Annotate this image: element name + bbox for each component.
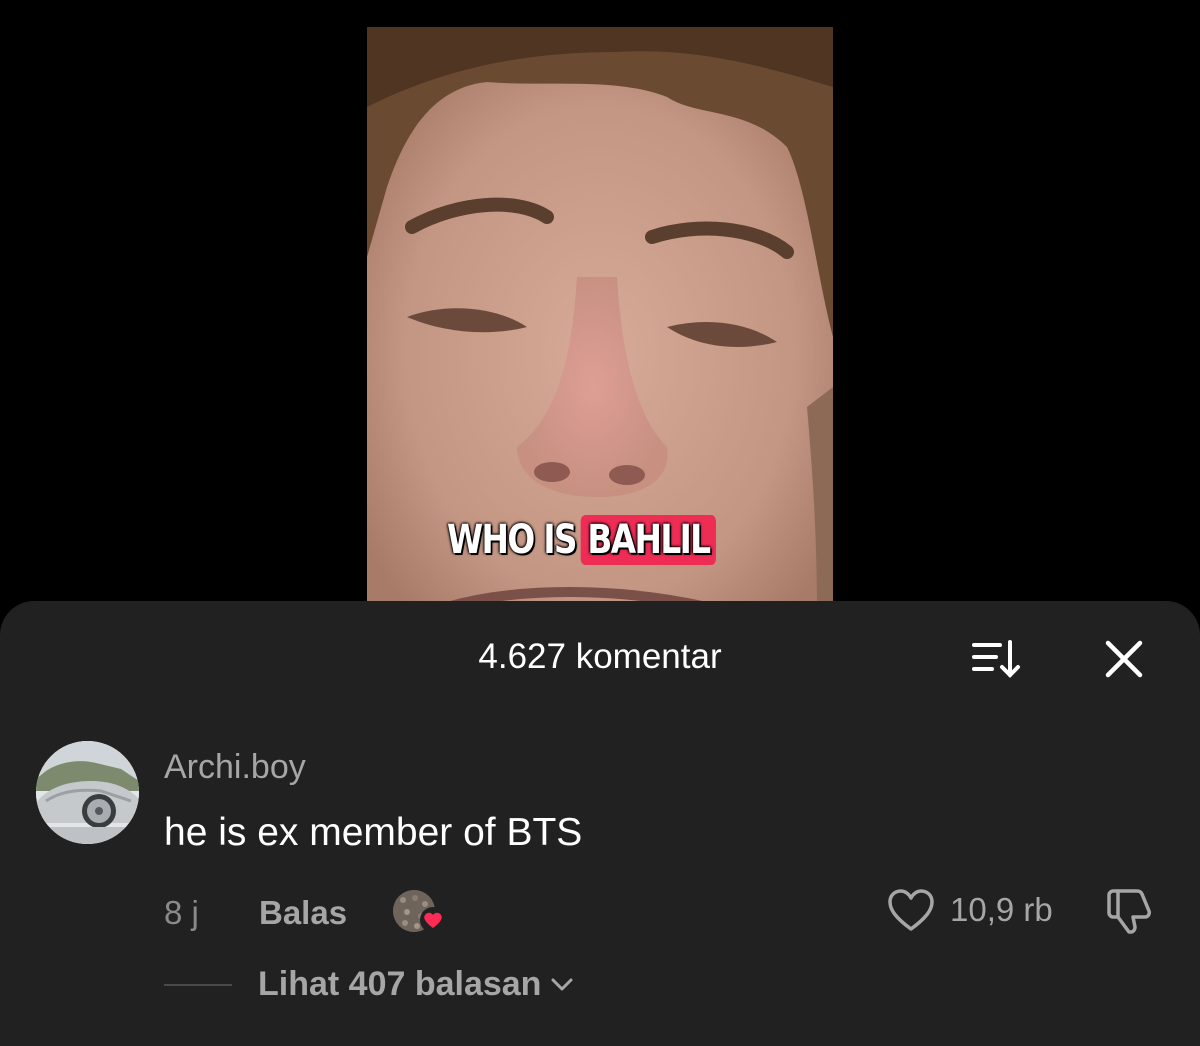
avatar[interactable] bbox=[36, 741, 139, 844]
heart-outline-icon bbox=[888, 889, 934, 931]
like-count: 10,9 rb bbox=[950, 891, 1053, 928]
replies-divider bbox=[164, 983, 232, 986]
car-avatar-image bbox=[36, 741, 139, 844]
comment-meta: 8 j Balas bbox=[164, 890, 453, 936]
comments-panel: 4.627 komentar Archi.boy he is ex member… bbox=[0, 601, 1200, 1046]
creator-liked-badge bbox=[393, 890, 453, 936]
like-button[interactable]: 10,9 rb bbox=[886, 887, 1053, 933]
comment-username[interactable]: Archi.boy bbox=[164, 748, 306, 787]
close-button[interactable] bbox=[1100, 635, 1148, 683]
thumbs-down-icon bbox=[1107, 889, 1151, 934]
video-caption: WHO IS BAHLIL bbox=[447, 515, 716, 565]
view-replies-button[interactable]: Lihat 407 balasan bbox=[164, 965, 575, 1004]
caption-text: WHO IS bbox=[447, 517, 578, 563]
close-icon bbox=[1105, 640, 1143, 678]
heart-filled-icon bbox=[420, 907, 447, 933]
view-replies-label: Lihat 407 balasan bbox=[258, 965, 542, 1003]
comment-text: he is ex member of BTS bbox=[164, 811, 583, 854]
dislike-button[interactable] bbox=[1103, 887, 1155, 935]
sort-button[interactable] bbox=[970, 637, 1024, 681]
screen: WHO IS BAHLIL 4.627 komentar Archi.boy h… bbox=[0, 0, 1200, 1046]
video-preview[interactable]: WHO IS BAHLIL bbox=[367, 27, 833, 617]
comment-time: 8 j bbox=[164, 894, 199, 931]
comment-item: Archi.boy he is ex member of BTS 8 j Bal… bbox=[0, 741, 1200, 1041]
caption-highlight: BAHLIL bbox=[580, 515, 716, 565]
sort-icon bbox=[972, 640, 1020, 678]
chevron-down-icon bbox=[551, 978, 573, 990]
reply-button[interactable]: Balas bbox=[259, 894, 347, 932]
